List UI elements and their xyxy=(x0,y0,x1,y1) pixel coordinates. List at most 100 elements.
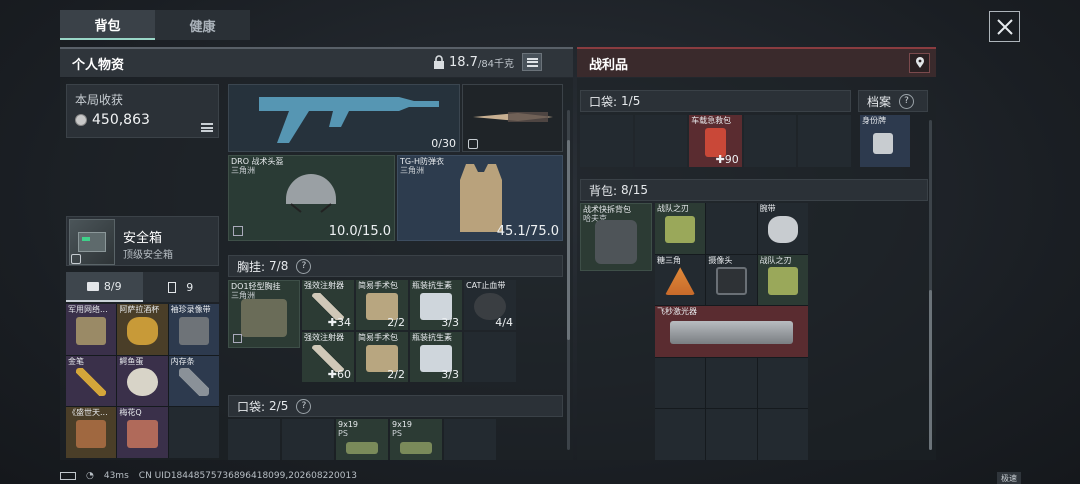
rig-name: DO1轻型胸挂 xyxy=(231,282,281,291)
loot-item[interactable]: 糖三角 xyxy=(655,254,706,306)
briefcase-icon xyxy=(86,281,99,291)
primary-weapon-slot[interactable]: 0/30 xyxy=(228,84,460,152)
ammo-item[interactable]: 9x19 PS xyxy=(336,419,388,460)
card-icon xyxy=(168,281,177,293)
item-name: 飞秒激光器 xyxy=(657,307,697,317)
safe-box-name: 安全箱 xyxy=(123,231,163,246)
stash-item[interactable]: 袖珍录像带 xyxy=(168,304,219,355)
camera-icon xyxy=(716,267,747,296)
ammo-type: PS xyxy=(392,429,402,438)
chest-rig-icon xyxy=(241,299,287,337)
item-name: 简易手术包 xyxy=(358,281,398,290)
tab-health[interactable]: 健康 xyxy=(155,10,250,40)
tab-safebox[interactable]: 8/9 xyxy=(66,272,143,302)
weight-value: 18.7 xyxy=(449,54,478,70)
sort-button[interactable] xyxy=(522,53,543,71)
item-name: 鳄鱼蛋 xyxy=(119,356,144,366)
details-icon[interactable] xyxy=(201,123,213,132)
empty-slot[interactable] xyxy=(757,357,808,409)
empty-slot[interactable] xyxy=(706,203,757,254)
loot-scrollbar-thumb[interactable] xyxy=(929,290,932,450)
wifi-icon: ◔ xyxy=(86,471,94,481)
empty-slot[interactable] xyxy=(743,115,797,167)
tab-cards[interactable]: 9 xyxy=(142,272,219,302)
chest-rig-slot[interactable]: DO1轻型胸挂 三角洲 xyxy=(228,280,300,348)
chest-item[interactable]: 瓶装抗生素 3/3 xyxy=(410,332,462,382)
empty-slot[interactable] xyxy=(464,332,516,382)
item-count: 3/3 xyxy=(441,368,459,381)
close-button[interactable] xyxy=(989,11,1020,42)
location-button[interactable] xyxy=(909,53,930,73)
stash-item[interactable]: 阿萨拉酒杯 xyxy=(117,304,168,355)
smg-icon xyxy=(259,97,439,143)
helmet-name: DRO 战术头盔 xyxy=(231,157,284,166)
loot-pocket-label: 口袋: xyxy=(589,94,618,109)
dog-tag-icon xyxy=(872,133,893,154)
chest-item[interactable]: 简易手术包 2/2 xyxy=(356,280,408,330)
empty-slot[interactable] xyxy=(655,357,706,409)
loot-item[interactable]: 腕带 xyxy=(757,203,808,254)
empty-slot[interactable] xyxy=(798,115,851,167)
stash-item[interactable]: 军用网络... xyxy=(66,304,117,355)
dog-tag-item[interactable]: 身份牌 xyxy=(860,115,910,167)
help-icon[interactable]: ? xyxy=(296,258,312,274)
empty-slot[interactable] xyxy=(580,115,633,167)
egg-icon xyxy=(127,368,158,397)
safe-box-slot[interactable]: 安全箱 顶级安全箱 xyxy=(66,216,219,266)
loot-item[interactable]: 战队之刃 xyxy=(655,203,706,254)
empty-slot[interactable] xyxy=(706,409,757,460)
ammo-item[interactable]: 9x19 PS xyxy=(390,419,442,460)
pen-icon xyxy=(76,368,107,397)
empty-slot[interactable] xyxy=(444,419,496,460)
loot-item[interactable]: 战队之刃 xyxy=(757,254,808,306)
help-icon[interactable]: ? xyxy=(296,398,312,414)
stash-item[interactable]: 梅花Q xyxy=(117,407,168,458)
main-tabs: 背包 健康 xyxy=(60,10,250,40)
helmet-icon xyxy=(286,174,336,213)
stash-item[interactable]: 金笔 xyxy=(66,355,117,407)
empty-slot[interactable] xyxy=(282,419,334,460)
item-name: 阿萨拉酒杯 xyxy=(119,305,160,314)
chest-item[interactable]: 强效注射器 ✚34 xyxy=(302,280,354,330)
loot-item[interactable]: 车载急救包 ✚90 xyxy=(689,115,742,167)
tape-icon xyxy=(178,316,209,345)
uid-text: CN UID18448575736896418099,202608220013 xyxy=(138,471,357,481)
loot-item-large[interactable]: 飞秒激光器 xyxy=(655,306,808,357)
lock-icon xyxy=(434,55,444,69)
bag-name: 战术快拆背包 xyxy=(583,205,631,214)
chest-item[interactable]: 简易手术包 2/2 xyxy=(356,332,408,382)
help-icon[interactable]: ? xyxy=(899,93,915,109)
ammo-count: 0/30 xyxy=(431,137,456,150)
empty-slot[interactable] xyxy=(228,419,280,460)
helmet-slot[interactable]: DRO 战术头盔 三角洲 10.0/15.0 xyxy=(228,155,395,241)
ping-value: 43ms xyxy=(103,471,129,481)
empty-slot[interactable] xyxy=(168,407,219,458)
item-name: 内存条 xyxy=(170,356,195,366)
empty-slot[interactable] xyxy=(634,115,688,167)
chest-rig-count: 7/8 xyxy=(269,259,289,273)
empty-slot[interactable] xyxy=(655,409,706,460)
item-name: 车载急救包 xyxy=(691,116,732,125)
item-name: 瓶装抗生素 xyxy=(412,281,452,290)
armor-slot[interactable]: TG-H防弹衣 三角洲 45.1/75.0 xyxy=(397,155,563,241)
loot-bag-label: 背包: xyxy=(589,183,618,198)
loot-pocket-grid: 车载急救包 ✚90 xyxy=(580,115,851,167)
empty-slot[interactable] xyxy=(706,357,757,409)
chest-item[interactable]: 强效注射器 ✚60 xyxy=(302,332,354,382)
stash-item[interactable]: 《盛世天... xyxy=(66,407,117,458)
armor-origin: 三角洲 xyxy=(400,166,424,175)
empty-slot[interactable] xyxy=(757,409,808,460)
chest-item[interactable]: 瓶装抗生素 3/3 xyxy=(410,280,462,330)
melee-slot[interactable] xyxy=(462,84,563,152)
pocket-header: 口袋: 2/5 ? xyxy=(228,395,563,417)
stash-item[interactable]: 鳄鱼蛋 xyxy=(117,355,168,407)
backpack-slot[interactable]: 战术快拆背包 哈夫克 xyxy=(580,203,652,271)
stash-item[interactable]: 内存条 xyxy=(168,355,219,407)
chest-item[interactable]: CAT止血带 4/4 xyxy=(464,280,516,330)
tab-backpack[interactable]: 背包 xyxy=(60,10,155,40)
scrollbar-thumb[interactable] xyxy=(567,140,570,340)
loot-item[interactable]: 摄像头 xyxy=(706,254,757,306)
loot-bag-header: 背包: 8/15 xyxy=(580,179,928,201)
battery-icon xyxy=(60,472,76,480)
chest-rig-header: 胸挂: 7/8 ? xyxy=(228,255,563,277)
